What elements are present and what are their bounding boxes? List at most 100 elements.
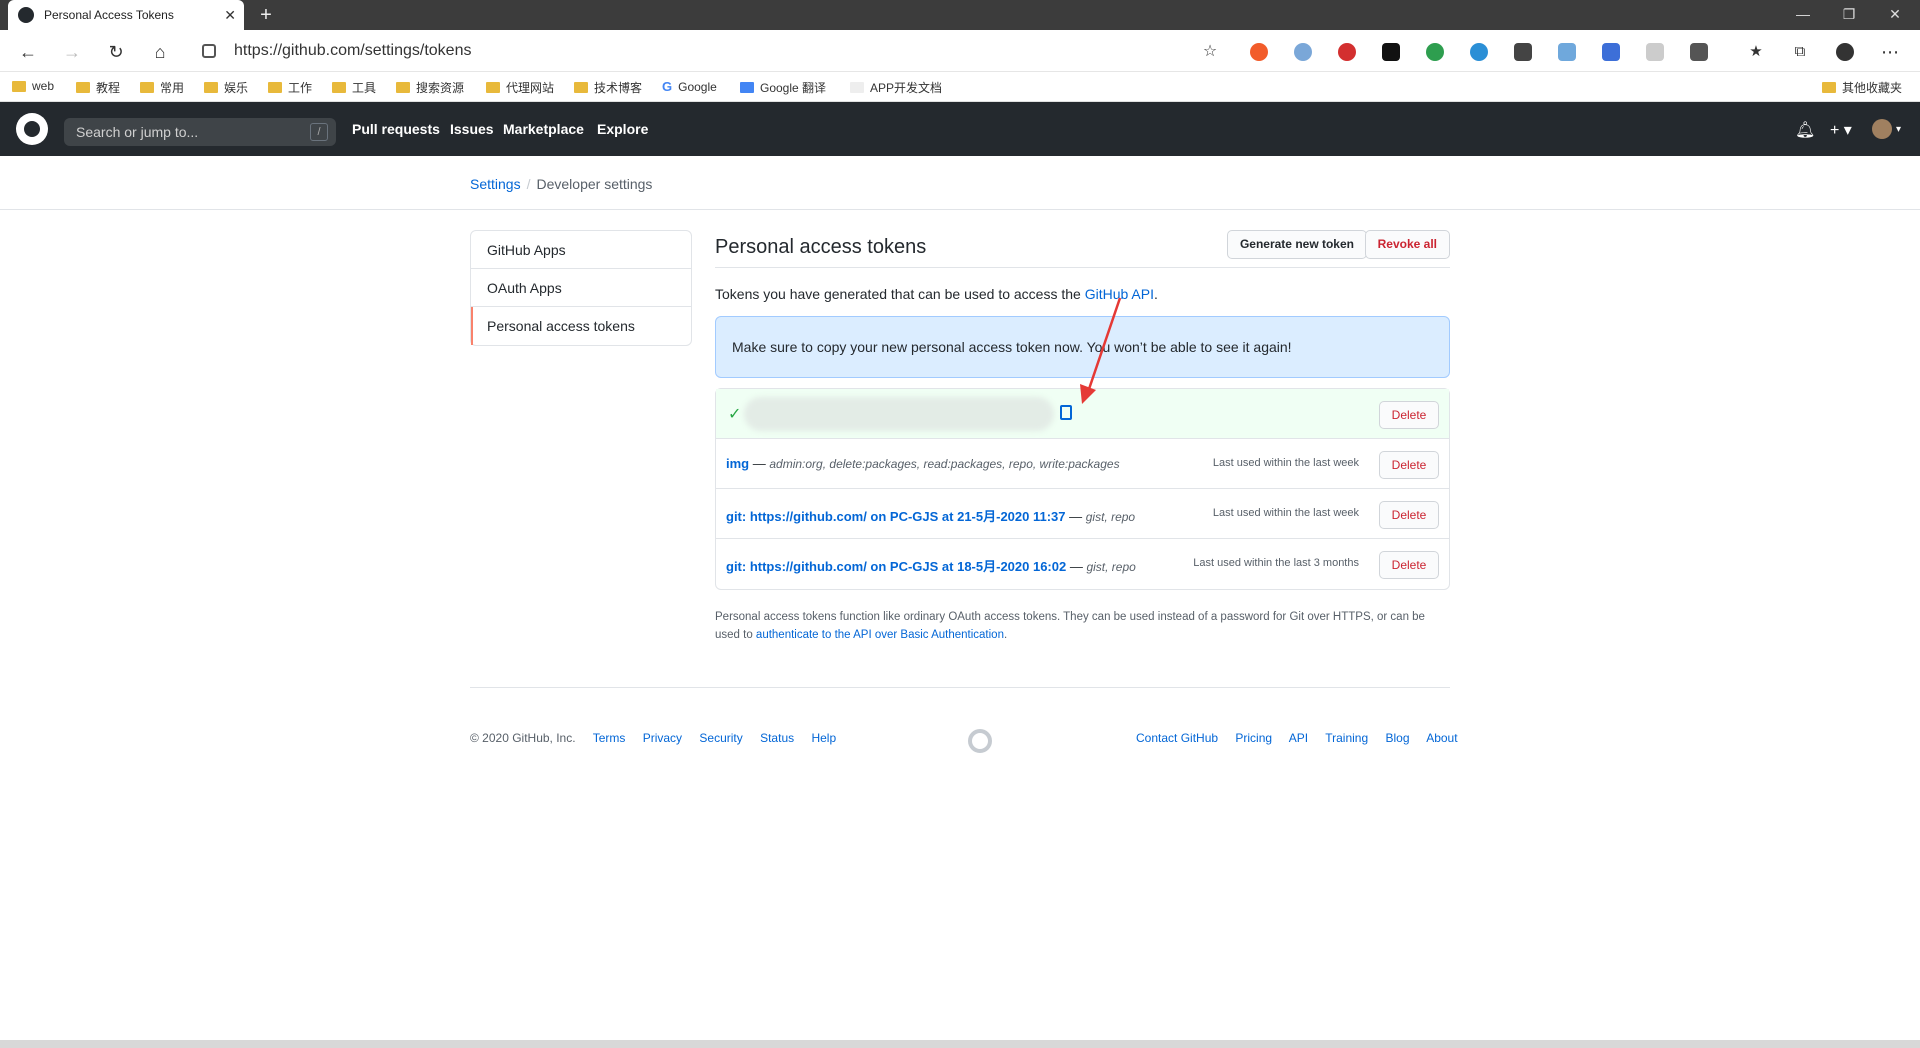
generate-new-token-button[interactable]: Generate new token xyxy=(1226,230,1367,259)
forward-icon[interactable]: → xyxy=(58,38,86,66)
browser-toolbar: ← → ↻ ⌂ https://github.com/settings/toke… xyxy=(0,30,1920,72)
extension-icon[interactable] xyxy=(1514,43,1532,61)
bookmark-folder[interactable]: 搜索资源 xyxy=(396,79,464,96)
favorite-star-icon[interactable]: ☆ xyxy=(1196,38,1224,66)
github-api-link[interactable]: GitHub API xyxy=(1085,286,1154,302)
token-name-link[interactable]: git: https://github.com/ on PC-GJS at 21… xyxy=(726,509,1066,524)
adblock-icon[interactable] xyxy=(1338,43,1356,61)
home-icon[interactable]: ⌂ xyxy=(146,38,174,66)
bookmark-google-translate[interactable]: Google 翻译 xyxy=(740,79,826,96)
close-tab-icon[interactable]: ✕ xyxy=(224,7,236,24)
delete-button[interactable]: Delete xyxy=(1379,501,1439,529)
delete-button[interactable]: Delete xyxy=(1379,551,1439,579)
breadcrumb-current: Developer settings xyxy=(536,176,653,192)
tokens-note: Personal access tokens function like ord… xyxy=(715,611,1425,641)
developer-settings-menu: GitHub Apps OAuth Apps Personal access t… xyxy=(470,230,692,346)
extension-icon[interactable] xyxy=(1646,43,1664,61)
browser-titlebar: Personal Access Tokens ✕ + — ❐ ✕ xyxy=(0,0,1920,30)
footer-right: Contact GitHub Pricing API Training Blog… xyxy=(1136,731,1458,745)
extension-icon[interactable] xyxy=(1602,43,1620,61)
bookmark-folder[interactable]: 工作 xyxy=(268,79,312,96)
profile-icon[interactable] xyxy=(1836,43,1854,61)
favorites-icon[interactable]: ★ xyxy=(1742,38,1770,66)
footer-link-api[interactable]: API xyxy=(1289,731,1308,745)
extension-icon[interactable] xyxy=(1294,43,1312,61)
token-description: git: https://github.com/ on PC-GJS at 18… xyxy=(726,559,1136,574)
footer-divider xyxy=(470,687,1450,688)
delete-button[interactable]: Delete xyxy=(1379,451,1439,479)
bookmark-other[interactable]: 其他收藏夹 xyxy=(1822,79,1902,96)
token-list: ✓ Delete img — admin:org, delete:package… xyxy=(715,388,1450,590)
clipboard-copy-icon[interactable] xyxy=(1060,405,1072,420)
nav-marketplace[interactable]: Marketplace xyxy=(503,121,584,137)
breadcrumb-settings-link[interactable]: Settings xyxy=(470,176,521,192)
translate-icon xyxy=(740,82,754,93)
url-text: https://github.com/settings/tokens xyxy=(234,42,472,59)
bookmark-folder[interactable]: 工具 xyxy=(332,79,376,96)
bookmark-folder[interactable]: 技术博客 xyxy=(574,79,642,96)
chevron-down-icon[interactable]: ▾ xyxy=(1896,124,1901,135)
extension-icon[interactable] xyxy=(1382,43,1400,61)
last-used-text: Last used within the last week xyxy=(1212,507,1359,519)
extension-icon[interactable] xyxy=(1426,43,1444,61)
basic-auth-link[interactable]: authenticate to the API over Basic Authe… xyxy=(756,629,1004,641)
browser-tab[interactable]: Personal Access Tokens ✕ xyxy=(8,0,244,30)
extension-icon[interactable] xyxy=(1470,43,1488,61)
plus-dropdown-icon[interactable]: + ▾ xyxy=(1830,120,1852,140)
nav-explore[interactable]: Explore xyxy=(597,121,648,137)
footer-link-blog[interactable]: Blog xyxy=(1385,731,1409,745)
folder-icon xyxy=(1822,82,1836,93)
restore-icon[interactable]: ❐ xyxy=(1826,0,1872,30)
extension-icon[interactable] xyxy=(1558,43,1576,61)
github-logo-icon[interactable] xyxy=(16,113,48,145)
sidebar-item-personal-access-tokens[interactable]: Personal access tokens xyxy=(471,307,691,345)
sidebar-item-oauth-apps[interactable]: OAuth Apps xyxy=(471,269,691,307)
search-input[interactable]: Search or jump to... / xyxy=(64,118,336,146)
footer-link-terms[interactable]: Terms xyxy=(593,731,626,745)
breadcrumb: Settings / Developer settings xyxy=(470,176,653,192)
more-icon[interactable]: ⋯ xyxy=(1876,38,1904,66)
footer-link-pricing[interactable]: Pricing xyxy=(1235,731,1272,745)
github-footer-logo-icon[interactable] xyxy=(968,729,992,753)
folder-icon xyxy=(574,82,588,93)
revoke-all-button[interactable]: Revoke all xyxy=(1364,230,1450,259)
avatar[interactable] xyxy=(1872,119,1892,139)
footer-link-status[interactable]: Status xyxy=(760,731,794,745)
footer-link-security[interactable]: Security xyxy=(699,731,742,745)
address-bar[interactable]: https://github.com/settings/tokens xyxy=(190,35,1200,67)
token-description: img — admin:org, delete:packages, read:p… xyxy=(726,456,1120,471)
collections-icon[interactable]: ⧉ xyxy=(1786,38,1814,66)
nav-issues[interactable]: Issues xyxy=(450,121,494,137)
delete-button[interactable]: Delete xyxy=(1379,401,1439,429)
footer-link-privacy[interactable]: Privacy xyxy=(643,731,682,745)
check-icon: ✓ xyxy=(728,406,742,423)
bookmark-folder[interactable]: 娱乐 xyxy=(204,79,248,96)
bell-icon[interactable]: 🔔︎ xyxy=(1795,120,1815,140)
refresh-icon[interactable]: ↻ xyxy=(102,38,130,66)
back-icon[interactable]: ← xyxy=(14,38,42,66)
bookmark-folder[interactable]: web xyxy=(12,79,54,93)
footer-left: © 2020 GitHub, Inc. Terms Privacy Securi… xyxy=(470,731,850,745)
footer-link-contact[interactable]: Contact GitHub xyxy=(1136,731,1218,745)
extension-icon[interactable] xyxy=(1250,43,1268,61)
bookmark-folder[interactable]: 常用 xyxy=(140,79,184,96)
footer-link-about[interactable]: About xyxy=(1426,731,1457,745)
bookmark-folder[interactable]: 教程 xyxy=(76,79,120,96)
intro-text: Tokens you have generated that can be us… xyxy=(715,286,1158,302)
footer-link-help[interactable]: Help xyxy=(811,731,836,745)
bookmark-google[interactable]: G Google xyxy=(662,79,717,94)
bookmarks-bar: web 教程 常用 娱乐 工作 工具 搜索资源 代理网站 技术博客 G Googl… xyxy=(0,72,1920,102)
extension-icon[interactable] xyxy=(1690,43,1708,61)
token-name-link[interactable]: git: https://github.com/ on PC-GJS at 18… xyxy=(726,559,1066,574)
token-scopes: gist, repo xyxy=(1085,510,1136,524)
bookmark-folder[interactable]: 代理网站 xyxy=(486,79,554,96)
footer-link-training[interactable]: Training xyxy=(1325,731,1368,745)
close-window-icon[interactable]: ✕ xyxy=(1872,0,1918,30)
slash-shortcut-badge: / xyxy=(310,123,328,141)
bookmark-app-docs[interactable]: APP开发文档 xyxy=(850,79,942,96)
new-tab-icon[interactable]: + xyxy=(254,4,278,26)
sidebar-item-github-apps[interactable]: GitHub Apps xyxy=(471,231,691,269)
minimize-icon[interactable]: — xyxy=(1780,0,1826,30)
nav-pull-requests[interactable]: Pull requests xyxy=(352,121,440,137)
token-name-link[interactable]: img xyxy=(726,456,749,471)
